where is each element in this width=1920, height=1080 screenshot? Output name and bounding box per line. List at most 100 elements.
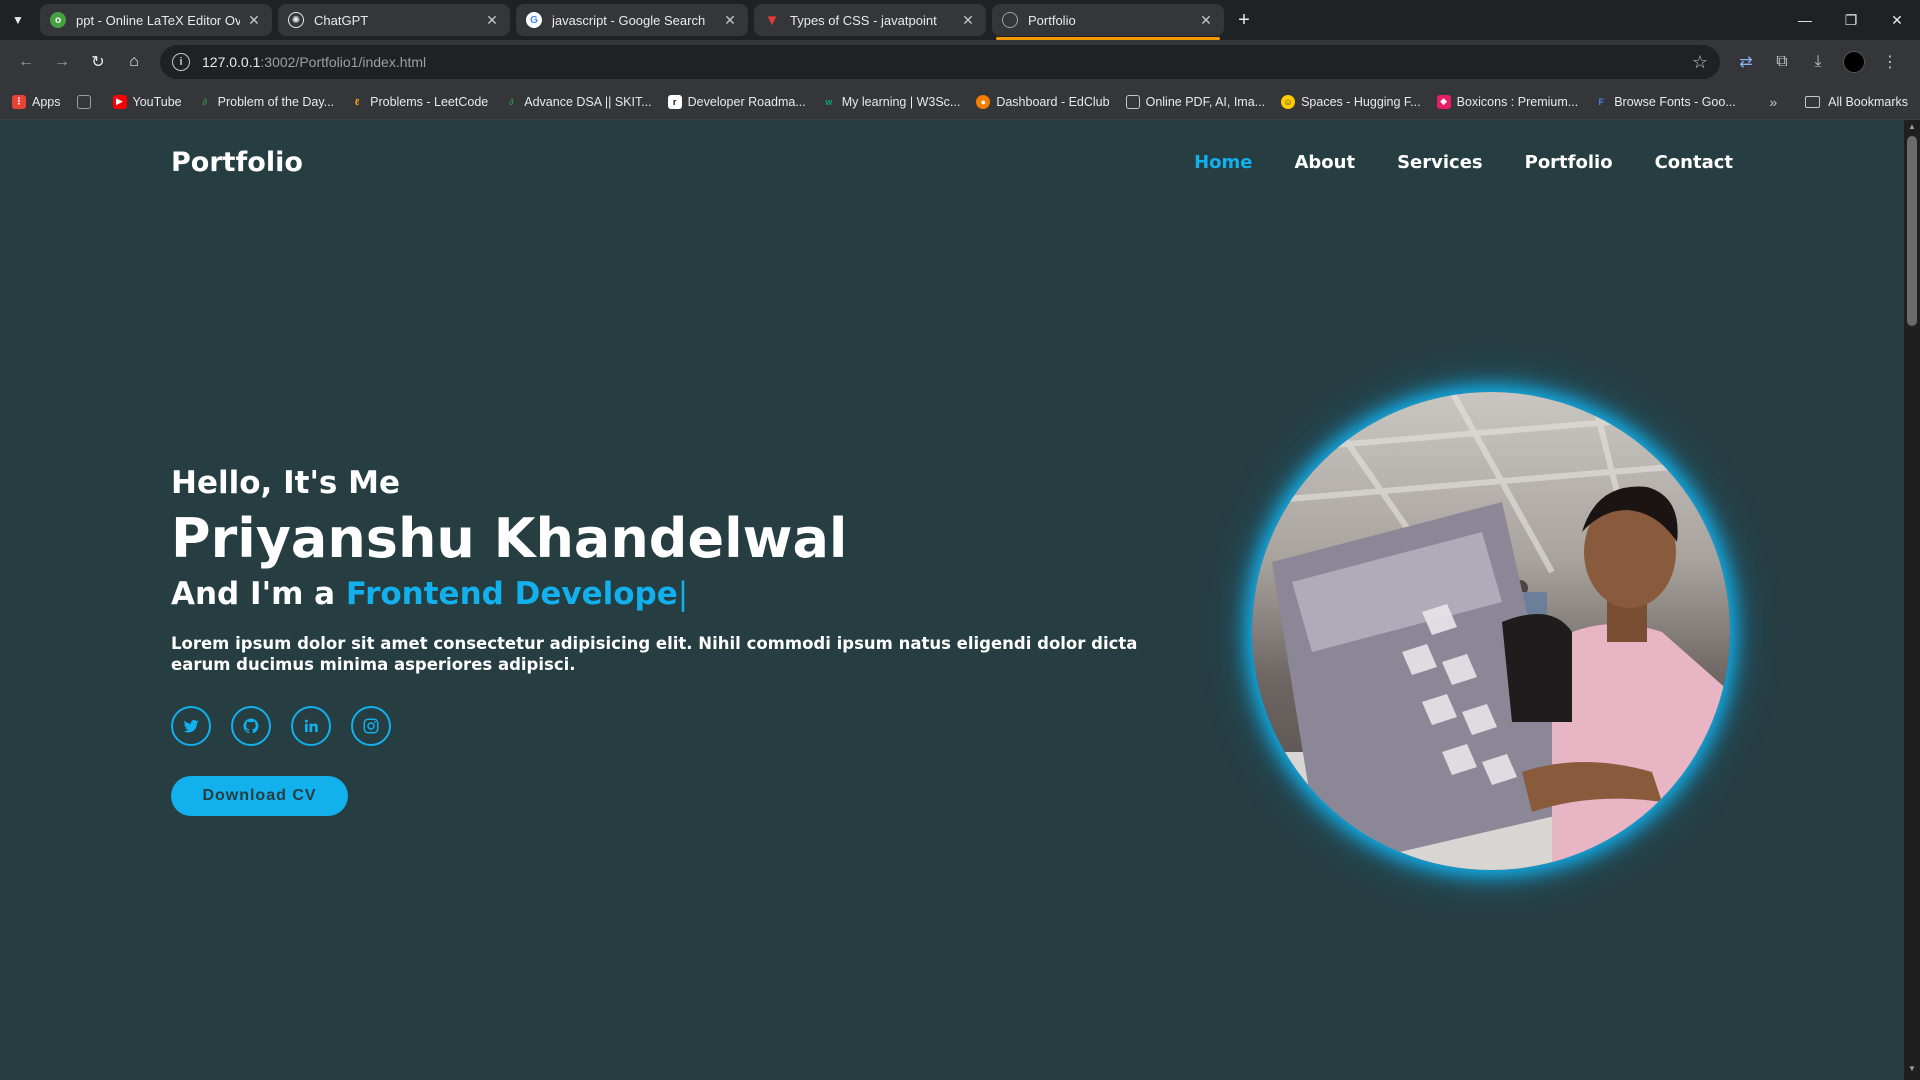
tab-title: Types of CSS - javatpoint <box>790 12 937 28</box>
tab-title: ppt - Online LaTeX Editor Overleaf <box>76 12 240 28</box>
bookmark-advance-dsa[interactable]: ∂ Advance DSA || SKIT... <box>504 95 652 109</box>
apps-grid-icon: ⋮ <box>12 94 26 109</box>
nav-link-portfolio[interactable]: Portfolio <box>1525 152 1613 173</box>
window-controls: — ❐ ✕ <box>1782 0 1920 40</box>
w3schools-icon: w <box>825 96 833 107</box>
globe-icon <box>1002 12 1018 28</box>
boxicons-icon: ◆ <box>1436 94 1451 109</box>
url-host: 127.0.0.1 <box>202 54 261 70</box>
nav-link-home[interactable]: Home <box>1194 152 1252 173</box>
address-bar[interactable]: i 127.0.0.1:3002/Portfolio1/index.html ☆ <box>160 45 1720 79</box>
tab-title: javascript - Google Search <box>552 12 706 28</box>
nav-link-services[interactable]: Services <box>1397 152 1483 173</box>
scroll-up-icon[interactable]: ▲ <box>1904 122 1920 136</box>
close-icon[interactable]: ✕ <box>246 12 262 29</box>
restore-icon[interactable]: ❐ <box>1828 0 1874 40</box>
twitter-icon <box>183 719 199 733</box>
nav-link-contact[interactable]: Contact <box>1655 152 1733 173</box>
bookmark-google-fonts[interactable]: F Browse Fonts - Goo... <box>1594 95 1735 109</box>
tab-overleaf[interactable]: o ppt - Online LaTeX Editor Overleaf ✕ <box>40 4 272 36</box>
forward-icon[interactable]: → <box>44 44 80 80</box>
home-icon[interactable]: ⌂ <box>116 44 152 80</box>
tab-list: o ppt - Online LaTeX Editor Overleaf ✕ ✺… <box>36 0 1230 40</box>
grid-icon <box>76 94 91 109</box>
close-icon[interactable]: ✕ <box>484 12 500 29</box>
pdf-icon <box>1125 94 1140 109</box>
role-typed-text: Frontend Develope <box>345 576 678 613</box>
overleaf-icon: o <box>50 12 66 28</box>
translate-icon[interactable]: ⇄ <box>1728 44 1764 80</box>
back-icon[interactable]: ← <box>8 44 44 80</box>
bookmark-leetcode[interactable]: ℓ Problems - LeetCode <box>350 95 488 109</box>
tab-portfolio[interactable]: Portfolio ✕ <box>992 4 1224 40</box>
tab-search-button[interactable]: ▼ <box>0 0 36 40</box>
bookmark-hugging-face[interactable]: ☺ Spaces - Hugging F... <box>1281 94 1421 109</box>
minimize-icon[interactable]: — <box>1782 0 1828 40</box>
bookmark-apps[interactable]: ⋮ Apps <box>12 94 61 109</box>
youtube-icon: ▶ <box>112 94 127 109</box>
browser-toolbar: ← → ↻ ⌂ i 127.0.0.1:3002/Portfolio1/inde… <box>0 40 1920 84</box>
plus-icon: + <box>1238 8 1250 31</box>
bookmark-edclub[interactable]: ● Dashboard - EdClub <box>976 94 1110 109</box>
folder-icon <box>1805 95 1821 108</box>
hero-role: And I'm a Frontend Develope| <box>171 576 1191 612</box>
toolbar-actions: ⇄ ⧉ ⤓ ⋮ <box>1728 44 1908 80</box>
bookmarks-bar: ⋮ Apps ▶ YouTube ∂ Problem of the Day... ℓP… <box>0 84 1920 120</box>
tab-chatgpt[interactable]: ✺ ChatGPT ✕ <box>278 4 510 36</box>
instagram-link[interactable] <box>351 705 391 746</box>
google-icon: G <box>526 12 542 28</box>
bookmark-boxicons[interactable]: ◆ Boxicons : Premium... <box>1436 94 1578 109</box>
github-link[interactable] <box>231 705 271 746</box>
menu-icon[interactable]: ⋮ <box>1872 44 1908 80</box>
download-icon[interactable]: ⤓ <box>1800 44 1836 80</box>
download-cv-button[interactable]: Download CV <box>171 775 348 816</box>
scroll-down-icon[interactable]: ▼ <box>1904 1064 1920 1078</box>
profile-avatar[interactable] <box>1843 51 1865 73</box>
page-viewport: Portfolio Home About Services Portfolio … <box>0 120 1904 1080</box>
tab-google-search[interactable]: G javascript - Google Search ✕ <box>516 4 748 36</box>
reload-icon[interactable]: ↻ <box>80 44 116 80</box>
hero-description: Lorem ipsum dolor sit amet consectetur a… <box>171 634 1138 675</box>
linkedin-link[interactable] <box>291 705 331 746</box>
github-icon <box>243 718 259 733</box>
instagram-icon <box>363 718 379 734</box>
tab-title: Portfolio <box>1028 12 1076 28</box>
profile-photo <box>1252 392 1730 870</box>
bookmark-online-pdf[interactable]: Online PDF, AI, Ima... <box>1125 94 1265 109</box>
bookmark-gfg-potd[interactable]: ∂ Problem of the Day... <box>198 95 334 109</box>
hero-content: Hello, It's Me Priyanshu Khandelwal And … <box>171 465 1191 816</box>
chevron-down-icon: ▼ <box>12 13 24 27</box>
javatpoint-icon: ▼ <box>764 11 780 29</box>
bookmark-w3schools[interactable]: w My learning | W3Sc... <box>822 95 960 109</box>
url-path: :3002/Portfolio1/index.html <box>260 54 427 70</box>
role-prefix: And I'm a <box>171 576 346 613</box>
site-logo[interactable]: Portfolio <box>171 147 303 178</box>
close-icon[interactable]: ✕ <box>1198 12 1214 29</box>
close-icon[interactable]: ✕ <box>722 12 738 29</box>
close-window-icon[interactable]: ✕ <box>1874 0 1920 40</box>
bookmark-star-icon[interactable]: ☆ <box>1692 52 1708 73</box>
social-links <box>171 705 1191 746</box>
all-bookmarks-button[interactable]: All Bookmarks <box>1805 95 1908 109</box>
extensions-icon[interactable]: ⧉ <box>1764 44 1800 80</box>
site-header: Portfolio Home About Services Portfolio … <box>171 142 1733 182</box>
site-nav: Home About Services Portfolio Contact <box>1194 152 1733 173</box>
tab-strip: ▼ o ppt - Online LaTeX Editor Overleaf ✕… <box>0 0 1920 40</box>
nav-link-about[interactable]: About <box>1294 152 1355 173</box>
typing-caret: | <box>677 576 689 613</box>
tab-javatpoint[interactable]: ▼ Types of CSS - javatpoint ✕ <box>754 4 986 36</box>
close-icon[interactable]: ✕ <box>960 12 976 29</box>
google-fonts-icon: F <box>1598 96 1604 107</box>
page-scrollbar[interactable]: ▲ ▼ <box>1904 120 1920 1080</box>
bookmark-tab-groups[interactable] <box>76 94 97 109</box>
scrollbar-thumb[interactable] <box>1907 136 1917 326</box>
bookmark-roadmap[interactable]: r Developer Roadma... <box>667 94 806 109</box>
edclub-icon: ● <box>976 94 991 109</box>
twitter-link[interactable] <box>171 705 211 746</box>
chevron-double-right-icon[interactable]: » <box>1769 94 1777 110</box>
site-info-icon[interactable]: i <box>172 53 190 71</box>
chatgpt-icon: ✺ <box>288 12 304 28</box>
hero-name: Priyanshu Khandelwal <box>171 507 848 570</box>
new-tab-button[interactable]: + <box>1230 6 1258 34</box>
bookmark-youtube[interactable]: ▶ YouTube <box>112 94 182 109</box>
